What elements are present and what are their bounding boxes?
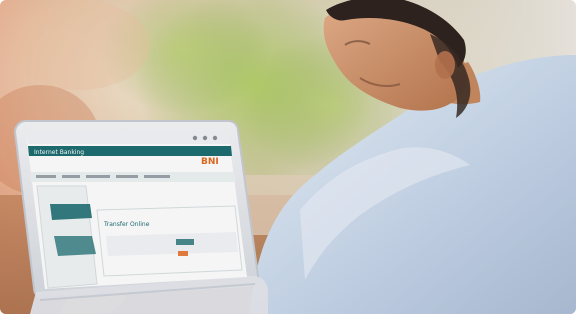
photo-frame: Internet Banking BNI Transfer Online	[0, 0, 576, 314]
vignette	[0, 0, 576, 314]
photo-scene: Internet Banking BNI Transfer Online	[0, 0, 576, 314]
